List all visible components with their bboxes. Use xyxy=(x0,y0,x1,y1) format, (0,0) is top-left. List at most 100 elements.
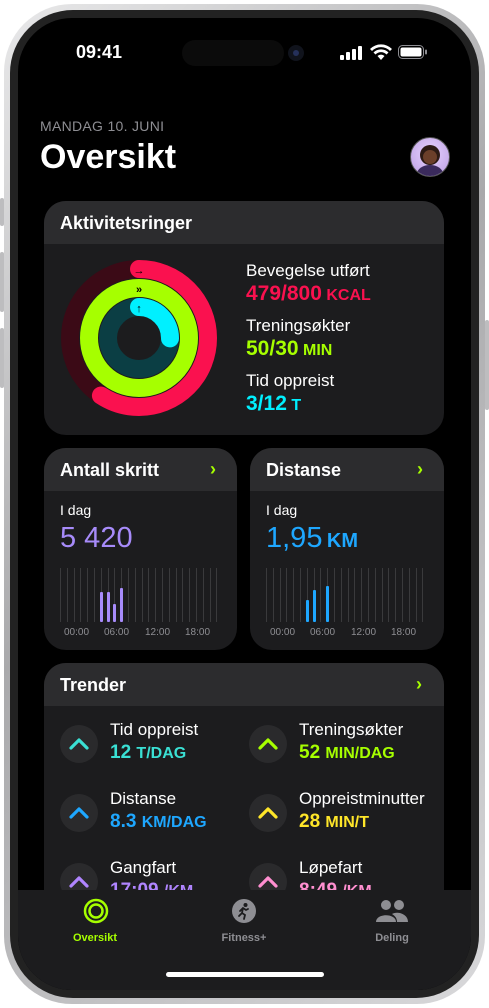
chart-gridline xyxy=(66,568,68,622)
trend-label: Løpefart xyxy=(299,858,363,877)
tab-oversikt[interactable]: Oversikt xyxy=(45,896,145,946)
svg-text:→: → xyxy=(134,265,145,277)
stand-label: Tid oppreist xyxy=(246,371,335,390)
trend-up-icon xyxy=(60,725,98,763)
tab-deling-label: Deling xyxy=(375,932,409,944)
dynamic-island xyxy=(182,40,284,66)
activity-card-title: Aktivitetsringer xyxy=(60,213,193,233)
distance-axis-3: 18:00 xyxy=(391,627,417,638)
chart-gridline xyxy=(408,568,410,622)
volume-button xyxy=(0,198,4,226)
trend-up-icon xyxy=(249,794,287,832)
trend-value-number: 12 xyxy=(110,742,132,763)
move-value-number: 479/800 xyxy=(246,282,322,305)
exercise-label: Treningsøkter xyxy=(246,316,351,335)
chart-gridline xyxy=(80,568,82,622)
trend-label: Oppreistminutter xyxy=(299,789,425,808)
chart-bar xyxy=(113,604,117,622)
tab-fitness-plus-label: Fitness+ xyxy=(221,932,267,944)
activity-rings-icon: → » ↑ xyxy=(61,260,217,416)
stand-value-unit: T xyxy=(291,397,302,414)
avatar[interactable] xyxy=(410,137,450,177)
chart-gridline xyxy=(182,568,184,622)
chart-bar xyxy=(326,586,330,622)
move-value: 479/800 KCAL xyxy=(246,282,371,306)
chart-gridline xyxy=(388,568,390,622)
trend-value: 12 T/DAG xyxy=(110,742,186,764)
steps-card-title: Antall skritt xyxy=(60,460,160,480)
steps-axis-0: 00:00 xyxy=(64,627,90,638)
wifi-icon xyxy=(370,44,392,61)
chart-gridline xyxy=(162,568,163,622)
chevron-right-icon[interactable]: › xyxy=(210,459,216,480)
move-label: Bevegelse utført xyxy=(246,261,370,280)
page-title: Oversikt xyxy=(40,138,177,176)
chart-gridline xyxy=(155,568,157,622)
distance-card[interactable]: Distanse › I dag 1,95 KM 00:00 06:00 12:… xyxy=(250,448,444,650)
volume-up-button xyxy=(0,252,4,312)
chart-gridline xyxy=(60,568,61,622)
activity-rings-card[interactable]: Aktivitetsringer → » ↑ Bevegelse utført … xyxy=(44,201,444,435)
chart-gridline xyxy=(374,568,376,622)
trend-label: Tid oppreist xyxy=(110,720,199,739)
tab-deling[interactable]: Deling xyxy=(342,896,442,946)
chart-gridline xyxy=(148,568,150,622)
stand-value: 3/12 T xyxy=(246,392,301,416)
steps-axis-2: 12:00 xyxy=(145,627,171,638)
trend-value-unit: KM/DAG xyxy=(141,814,207,831)
status-time: 09:41 xyxy=(76,42,123,62)
chart-gridline xyxy=(175,568,177,622)
distance-axis-0: 00:00 xyxy=(270,627,296,638)
steps-axis-1: 06:00 xyxy=(104,627,130,638)
trend-label: Gangfart xyxy=(110,858,177,877)
steps-day-label: I dag xyxy=(60,502,92,518)
screen: 09:41 MANDAG 10. JUNI Oversikt Aktivitet… xyxy=(18,18,471,990)
trend-value-number: 28 xyxy=(299,811,321,832)
tab-fitness-plus[interactable]: Fitness+ xyxy=(194,896,294,946)
distance-value-unit: KM xyxy=(326,530,359,552)
date-label: MANDAG 10. JUNI xyxy=(40,118,165,134)
trends-card-title: Trender xyxy=(60,675,127,695)
chart-gridline xyxy=(134,568,136,622)
steps-chart xyxy=(60,568,221,622)
chart-gridline xyxy=(189,568,191,622)
distance-card-title: Distanse xyxy=(266,460,342,480)
home-indicator[interactable] xyxy=(166,972,324,977)
distance-value-number: 1,95 xyxy=(266,522,323,554)
trend-label: Treningsøkter xyxy=(299,720,404,739)
signal-icon xyxy=(340,46,366,60)
trend-value-number: 52 xyxy=(299,742,321,763)
chart-gridline xyxy=(300,568,301,622)
chart-bar xyxy=(305,600,309,622)
chart-gridline xyxy=(272,568,274,622)
chart-gridline xyxy=(216,568,218,622)
chart-gridline xyxy=(347,568,349,622)
chart-gridline xyxy=(128,568,129,622)
chart-gridline xyxy=(286,568,288,622)
exercise-value: 50/30 MIN xyxy=(246,337,332,361)
chart-gridline xyxy=(340,568,342,622)
chart-gridline xyxy=(381,568,383,622)
tab-oversikt-label: Oversikt xyxy=(72,932,118,944)
chart-gridline xyxy=(168,568,170,622)
chart-gridline xyxy=(279,568,281,622)
chart-gridline xyxy=(402,568,403,622)
move-value-unit: KCAL xyxy=(326,287,371,304)
trends-card[interactable]: Trender › Tid oppreist 12 T/DAG Treningsøk… xyxy=(44,663,444,923)
chevron-right-icon[interactable]: › xyxy=(417,459,423,480)
chart-gridline xyxy=(73,568,75,622)
activity-rings-tab-icon xyxy=(83,898,109,924)
chart-gridline xyxy=(196,568,197,622)
chevron-right-icon[interactable]: › xyxy=(416,674,422,695)
steps-axis-3: 18:00 xyxy=(185,627,211,638)
volume-down-button xyxy=(0,328,4,388)
people-icon xyxy=(376,900,408,922)
trend-value-unit: MIN/T xyxy=(325,814,369,831)
exercise-value-number: 50/30 xyxy=(246,337,299,360)
distance-day-label: I dag xyxy=(266,502,298,518)
distance-axis-1: 06:00 xyxy=(310,627,336,638)
chart-gridline xyxy=(141,568,143,622)
power-button xyxy=(485,320,489,410)
chart-bar xyxy=(312,590,316,622)
steps-card[interactable]: Antall skritt › I dag 5 420 00:00 06:00 … xyxy=(44,448,237,650)
